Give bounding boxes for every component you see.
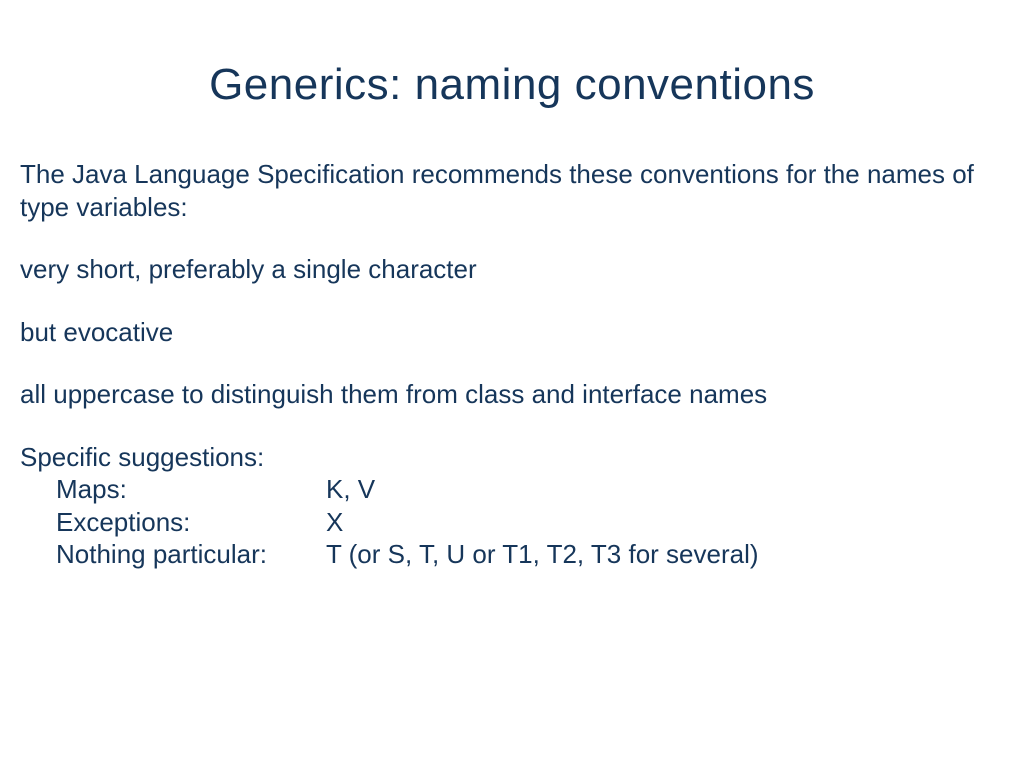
point-3: all uppercase to distinguish them from c…: [20, 378, 1004, 411]
suggestion-value: K, V: [326, 473, 1004, 506]
suggestion-label: Maps:: [56, 473, 326, 506]
suggestion-value: T (or S, T, U or T1, T2, T3 for several): [326, 538, 1004, 571]
intro-text: The Java Language Specification recommen…: [20, 158, 1004, 223]
slide: Generics: naming conventions The Java La…: [0, 0, 1024, 768]
suggestion-row: Maps: K, V: [56, 473, 1004, 506]
suggestion-value: X: [326, 506, 1004, 539]
point-1: very short, preferably a single characte…: [20, 253, 1004, 286]
slide-title: Generics: naming conventions: [20, 60, 1004, 110]
suggestions-block: Specific suggestions: Maps: K, V Excepti…: [20, 441, 1004, 571]
suggestions-heading: Specific suggestions:: [20, 441, 1004, 474]
slide-body: The Java Language Specification recommen…: [20, 158, 1004, 571]
point-2: but evocative: [20, 316, 1004, 349]
suggestions-rows: Maps: K, V Exceptions: X Nothing particu…: [56, 473, 1004, 571]
suggestion-row: Exceptions: X: [56, 506, 1004, 539]
suggestion-label: Exceptions:: [56, 506, 326, 539]
suggestion-label: Nothing particular:: [56, 538, 326, 571]
suggestion-row: Nothing particular: T (or S, T, U or T1,…: [56, 538, 1004, 571]
